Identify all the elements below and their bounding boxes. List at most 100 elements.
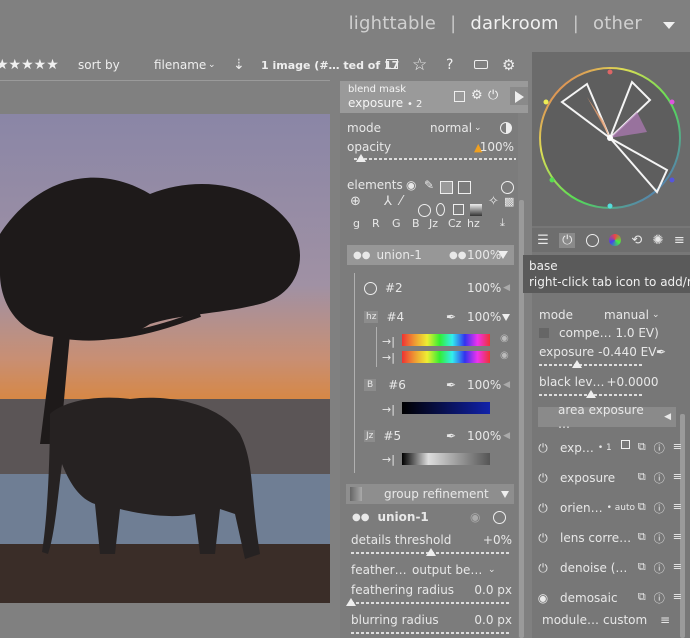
overlay-icon[interactable] — [386, 59, 398, 69]
tab-base-icon[interactable]: ⏻ — [559, 232, 576, 248]
play-triangle-icon[interactable] — [515, 91, 524, 103]
sort-order-icon[interactable]: ⇣ — [233, 57, 245, 73]
eye-icon[interactable]: ◉ — [406, 178, 416, 192]
power-icon[interactable]: ⏻ — [536, 471, 550, 486]
drawn-mask-icon[interactable]: ✎ — [424, 178, 434, 192]
tab-list-icon[interactable]: ≡ — [674, 233, 685, 248]
triangle-left-icon[interactable]: ◀ — [503, 431, 510, 441]
view-other[interactable]: other — [593, 13, 642, 34]
eyedropper-icon[interactable]: ✒ — [656, 345, 666, 359]
presets-icon[interactable]: ≡ — [673, 470, 682, 486]
star-rating-filter[interactable]: ★★★★★ — [0, 57, 59, 73]
power-icon[interactable]: ⏻ — [536, 441, 550, 456]
blurring-radius-slider[interactable] — [351, 632, 511, 634]
triangle-down-icon[interactable] — [663, 22, 675, 29]
right-mode-dropdown[interactable]: manual — [604, 308, 649, 322]
triangle-left-icon[interactable]: ◀ — [503, 283, 510, 293]
channel-tab[interactable]: hz — [467, 217, 480, 230]
triangle-left-icon[interactable]: ◀ — [503, 380, 510, 390]
channel-tab[interactable]: G — [392, 217, 401, 230]
tab-tone-icon[interactable] — [585, 233, 599, 247]
details-threshold-knob[interactable] — [426, 548, 436, 556]
rectangle-shape-icon[interactable] — [453, 204, 464, 215]
raster-mask-icon[interactable] — [458, 181, 471, 194]
star-icon[interactable]: ☆ — [412, 55, 427, 75]
parametric-mask-icon[interactable] — [440, 181, 453, 194]
power-icon[interactable]: ⏻ — [536, 561, 550, 576]
view-darkroom[interactable]: darkroom — [470, 13, 558, 34]
hue-slider-output[interactable] — [402, 351, 490, 363]
duplicate-icon[interactable]: ⧉ — [638, 560, 646, 576]
eyedropper-icon[interactable]: ✒ — [446, 378, 456, 392]
exposure-slider[interactable] — [539, 364, 644, 366]
image-preview[interactable] — [0, 114, 330, 603]
circle-shape-icon[interactable] — [418, 204, 431, 217]
module-row[interactable]: ⏻ exposure ⧉ ⓘ ≡ — [536, 464, 682, 492]
presets-icon[interactable]: ≡ — [660, 613, 670, 627]
power-icon[interactable]: ⏻ — [488, 88, 498, 103]
eye-icon[interactable]: ◉ — [470, 510, 480, 524]
module-row[interactable]: ⏻ lens corre… ⧉ ⓘ ≡ — [536, 524, 682, 552]
ellipse-shape-icon[interactable] — [436, 203, 445, 216]
download-icon[interactable]: ⤓ — [500, 216, 505, 230]
chevron-down-icon[interactable]: ⌄ — [474, 123, 482, 133]
chevron-down-icon[interactable]: ⌄ — [488, 565, 496, 575]
power-icon[interactable]: ⏻ — [536, 531, 550, 546]
feathering-radius-slider[interactable] — [351, 602, 511, 604]
duplicate-icon[interactable]: ⧉ — [638, 590, 646, 606]
brush-icon[interactable]: ⁄ — [400, 194, 402, 209]
duplicate-icon[interactable]: ⧉ — [638, 440, 646, 456]
info-icon[interactable]: ⓘ — [654, 470, 665, 486]
presets-icon[interactable]: ≡ — [673, 530, 682, 546]
opacity-slider[interactable] — [354, 158, 516, 160]
presets-icon[interactable]: ≡ — [673, 560, 682, 576]
triangle-left-icon[interactable]: ◀ — [664, 412, 671, 422]
channel-tab[interactable]: g — [353, 217, 360, 230]
jz-slider[interactable] — [402, 453, 490, 465]
info-icon[interactable]: ⓘ — [654, 560, 665, 576]
module-row[interactable]: ◉ demosaic ⧉ ⓘ ≡ — [536, 584, 682, 612]
checkbox[interactable] — [539, 328, 549, 338]
info-icon[interactable]: ⓘ — [654, 500, 665, 516]
tab-effect-icon[interactable]: ✺ — [653, 233, 664, 248]
duplicate-icon[interactable]: ⧉ — [638, 500, 646, 516]
info-icon[interactable]: ⓘ — [654, 440, 665, 456]
black-level-knob[interactable] — [586, 390, 596, 398]
channel-tab[interactable]: Jz — [429, 217, 438, 230]
module-row[interactable]: ⏻ orien… • auto ⧉ ⓘ ≡ — [536, 494, 682, 522]
presets-icon[interactable]: ≡ — [673, 590, 682, 606]
chevron-down-icon[interactable]: ⌄ — [208, 60, 216, 70]
checker-icon[interactable]: ▩ — [504, 195, 514, 208]
mask-indicator-icon[interactable] — [454, 91, 465, 102]
duplicate-icon[interactable]: ⧉ — [638, 470, 646, 486]
path-icon[interactable]: ⅄ — [384, 194, 392, 209]
group-refinement-header[interactable]: group refinement — [346, 484, 514, 504]
eyedropper-icon[interactable]: ✒ — [446, 310, 456, 324]
module-row[interactable]: ⏻ exp… • 1 ⧉ ⓘ ≡ — [536, 434, 682, 462]
presets-icon[interactable]: ⚙ — [471, 88, 483, 103]
power-icon[interactable]: ⏻ — [536, 501, 550, 516]
vectorscope[interactable] — [532, 52, 690, 226]
view-lighttable[interactable]: lighttable — [349, 13, 436, 34]
hue-slider-input[interactable] — [402, 334, 490, 346]
exposure-slider-knob[interactable] — [572, 360, 582, 368]
eye-icon[interactable]: ◉ — [500, 350, 509, 361]
keyboard-icon[interactable] — [474, 60, 488, 69]
channel-tab[interactable]: B — [412, 217, 420, 230]
duplicate-icon[interactable]: ⧉ — [638, 530, 646, 546]
blue-slider[interactable] — [402, 402, 490, 414]
info-icon[interactable] — [493, 510, 506, 524]
sparkle-icon[interactable]: ✧ — [488, 194, 499, 209]
union-row[interactable]: ●● union-1 ●● 100% — [347, 245, 514, 265]
help-icon[interactable]: ? — [446, 57, 453, 73]
eyedropper-icon[interactable]: ✒ — [446, 429, 456, 443]
mode-dropdown[interactable]: normal — [430, 121, 472, 135]
module-row[interactable]: ⏻ denoise (… ⧉ ⓘ ≡ — [536, 554, 682, 582]
info-icon[interactable] — [501, 181, 514, 194]
feathering-radius-knob[interactable] — [346, 598, 356, 606]
eye-icon[interactable]: ◉ — [500, 333, 509, 344]
info-icon[interactable]: ⓘ — [654, 530, 665, 546]
chevron-down-icon[interactable]: ⌄ — [652, 310, 660, 320]
gear-icon[interactable]: ⚙ — [502, 56, 515, 74]
triangle-down-icon[interactable] — [502, 313, 510, 321]
